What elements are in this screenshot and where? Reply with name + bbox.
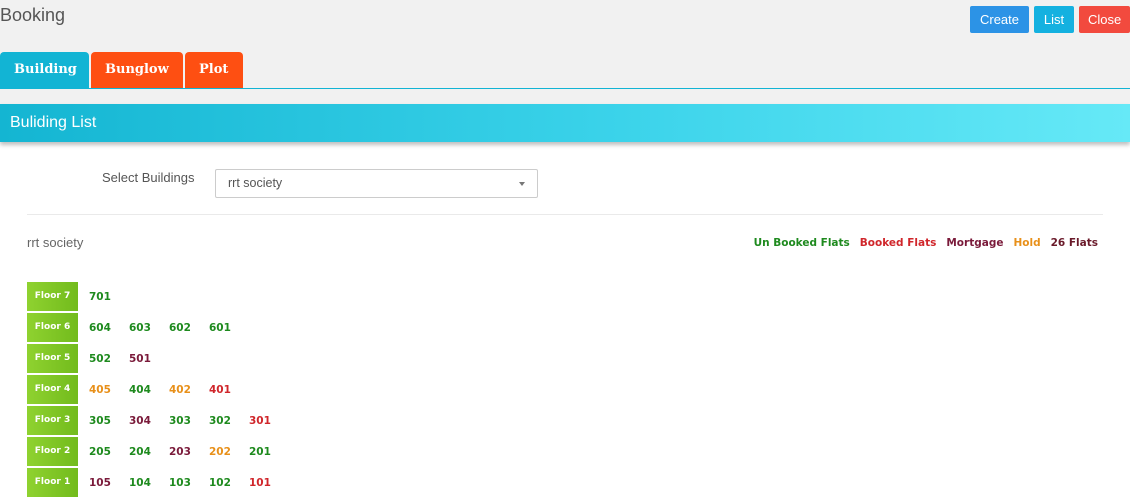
select-buildings-label: Select Buildings xyxy=(102,170,195,185)
floor-label: Floor 7 xyxy=(27,281,78,312)
flat-unbooked[interactable]: 204 xyxy=(129,446,169,458)
divider xyxy=(27,214,1103,215)
flat-unbooked[interactable]: 404 xyxy=(129,384,169,396)
flat-mortgage[interactable]: 203 xyxy=(169,446,209,458)
flat-unbooked[interactable]: 601 xyxy=(209,322,249,334)
legend-item-mortgage: Mortgage xyxy=(946,237,1004,249)
flat-booked[interactable]: 101 xyxy=(249,477,289,489)
floor-label: Floor 1 xyxy=(27,467,78,498)
floor-grid: Floor 7 701 Floor 6 604 603 602 601 Floor 5 502 5… xyxy=(27,281,289,498)
tab-bunglow[interactable]: Bunglow xyxy=(91,52,183,88)
status-legend: Un Booked Flats Booked Flats Mortgage Hold 2… xyxy=(754,237,1098,249)
flat-unbooked[interactable]: 602 xyxy=(169,322,209,334)
flat-unbooked[interactable]: 604 xyxy=(89,322,129,334)
flat-mortgage[interactable]: 501 xyxy=(129,353,169,365)
flat-booked[interactable]: 301 xyxy=(249,415,289,427)
floor-label: Floor 3 xyxy=(27,405,78,436)
tab-plot[interactable]: Plot xyxy=(185,52,243,88)
flat-unbooked[interactable]: 305 xyxy=(89,415,129,427)
floor-label: Floor 2 xyxy=(27,436,78,467)
chevron-down-icon xyxy=(519,182,525,186)
flat-list: 405 404 402 401 xyxy=(78,384,249,396)
flat-mortgage[interactable]: 105 xyxy=(89,477,129,489)
flat-unbooked[interactable]: 302 xyxy=(209,415,249,427)
flat-list: 502 501 xyxy=(78,353,169,365)
flat-mortgage[interactable]: 304 xyxy=(129,415,169,427)
floor-row: Floor 6 604 603 602 601 xyxy=(27,312,289,343)
building-list-panel: Buliding List Select Buildings rrt socie… xyxy=(0,104,1130,499)
flat-hold[interactable]: 402 xyxy=(169,384,209,396)
floor-label: Floor 4 xyxy=(27,374,78,405)
page-title: Booking xyxy=(0,5,66,25)
flat-unbooked[interactable]: 205 xyxy=(89,446,129,458)
create-button[interactable]: Create xyxy=(970,6,1029,33)
flat-unbooked[interactable]: 104 xyxy=(129,477,169,489)
floor-row: Floor 1 105 104 103 102 101 xyxy=(27,467,289,498)
flat-unbooked[interactable]: 102 xyxy=(209,477,249,489)
flat-list: 205 204 203 202 201 xyxy=(78,446,289,458)
tab-underline xyxy=(0,88,1130,89)
close-button[interactable]: Close xyxy=(1079,6,1130,33)
top-button-group: Create List Close xyxy=(970,6,1130,33)
floor-row: Floor 7 701 xyxy=(27,281,289,312)
tab-building[interactable]: Building xyxy=(0,52,89,88)
society-name: rrt society xyxy=(27,235,84,250)
flat-hold[interactable]: 202 xyxy=(209,446,249,458)
flat-list: 701 xyxy=(78,291,129,303)
flat-unbooked[interactable]: 303 xyxy=(169,415,209,427)
flat-list: 105 104 103 102 101 xyxy=(78,477,289,489)
flat-hold[interactable]: 405 xyxy=(89,384,129,396)
flat-booked[interactable]: 401 xyxy=(209,384,249,396)
floor-row: Floor 3 305 304 303 302 301 xyxy=(27,405,289,436)
floor-row: Floor 4 405 404 402 401 xyxy=(27,374,289,405)
flat-unbooked[interactable]: 502 xyxy=(89,353,129,365)
flat-unbooked[interactable]: 603 xyxy=(129,322,169,334)
legend-item-unbooked: Un Booked Flats xyxy=(753,237,850,249)
flat-list: 305 304 303 302 301 xyxy=(78,415,289,427)
tab-bar: Building Bunglow Plot xyxy=(0,52,245,88)
floor-label: Floor 6 xyxy=(27,312,78,343)
floor-row: Floor 2 205 204 203 202 201 xyxy=(27,436,289,467)
legend-item-hold: Hold xyxy=(1013,237,1041,249)
flat-unbooked[interactable]: 701 xyxy=(89,291,129,303)
flat-unbooked[interactable]: 201 xyxy=(249,446,289,458)
select-buildings-value: rrt society xyxy=(228,176,283,190)
legend-item-booked: Booked Flats xyxy=(859,237,937,249)
list-button[interactable]: List xyxy=(1034,6,1074,33)
floor-row: Floor 5 502 501 xyxy=(27,343,289,374)
panel-title: Buliding List xyxy=(0,104,1130,142)
floor-label: Floor 5 xyxy=(27,343,78,374)
flat-list: 604 603 602 601 xyxy=(78,322,249,334)
select-buildings-dropdown[interactable]: rrt society xyxy=(215,169,538,198)
flat-unbooked[interactable]: 103 xyxy=(169,477,209,489)
legend-item-count: 26 Flats xyxy=(1050,237,1098,249)
